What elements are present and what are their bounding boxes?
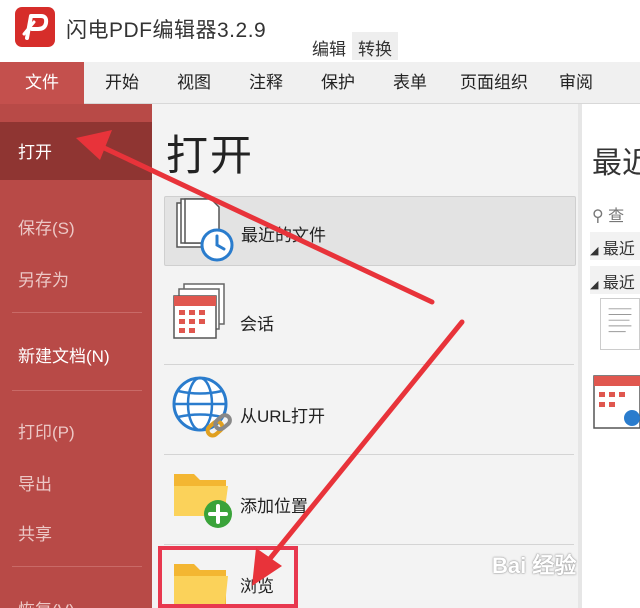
menu-view[interactable]: 视图 [166, 62, 222, 104]
sidebar-item-open[interactable]: 打开 [18, 138, 52, 163]
recent-files-label: 最近的文件 [241, 226, 326, 245]
collapse-triangle-icon: ◢ [590, 279, 599, 291]
menu-review[interactable]: 审阅 [548, 62, 604, 104]
app-title: 闪电PDF编辑器3.2.9 [66, 19, 267, 42]
menu-protect[interactable]: 保护 [310, 62, 366, 104]
session-calendar-icon[interactable] [592, 368, 640, 438]
sidebar-divider [12, 312, 142, 313]
browse-highlight-box [158, 546, 298, 608]
menu-form[interactable]: 表单 [382, 62, 438, 104]
menu-start[interactable]: 开始 [94, 62, 150, 104]
open-option-recent-files[interactable]: 最近的文件 [164, 196, 576, 266]
sidebar-item-restore[interactable]: 恢复(V) [18, 596, 75, 608]
recent-group-label: 最近 [602, 275, 635, 292]
session-calendar-icon [173, 283, 225, 339]
recent-panel-title: 最近 [592, 147, 640, 180]
menu-annotate[interactable]: 注释 [238, 62, 294, 104]
sidebar-item-share[interactable]: 共享 [18, 520, 52, 545]
watermark: Bai 经验 [488, 540, 638, 584]
recent-group-header[interactable]: ◢ 最近 [590, 232, 640, 260]
sidebar-divider [12, 390, 142, 391]
sidebar-divider [12, 566, 142, 567]
option-divider [164, 364, 574, 365]
open-option-session[interactable]: 会话 [164, 276, 576, 354]
menu-file[interactable]: 文件 [0, 62, 84, 104]
sidebar-item-print[interactable]: 打印(P) [18, 418, 75, 443]
sidebar-item-save-as[interactable]: 另存为 [18, 266, 69, 291]
open-option-from-url[interactable]: 从URL打开 [164, 370, 576, 450]
recent-panel: 最近 ⚲ 查 ◢ 最近 ◢ 最近 [582, 104, 640, 608]
file-sidebar: 打开 保存(S) 另存为 新建文档(N) 打印(P) 导出 共享 恢复(V) [0, 104, 152, 608]
recent-group-header[interactable]: ◢ 最近 [590, 266, 640, 294]
recent-search[interactable]: ⚲ 查 [592, 202, 624, 226]
menu-bar: 文件 开始 视图 注释 保护 表单 页面组织 审阅 [0, 62, 640, 104]
recent-files-clock-icon [176, 198, 234, 262]
sidebar-item-export[interactable]: 导出 [18, 470, 52, 495]
sidebar-item-save[interactable]: 保存(S) [18, 214, 75, 239]
menu-page-organize[interactable]: 页面组织 [452, 62, 536, 104]
open-option-add-location[interactable]: 添加位置 [164, 460, 576, 540]
app-logo-icon [15, 7, 55, 47]
globe-link-icon [172, 376, 232, 438]
folder-add-icon [174, 474, 232, 528]
search-icon: ⚲ [592, 208, 604, 225]
recent-group-label: 最近 [602, 241, 635, 258]
quick-tab-edit[interactable]: 编辑 [306, 32, 352, 60]
add-location-label: 添加位置 [240, 497, 308, 516]
recent-search-text: 查 [608, 208, 625, 225]
open-panel: 打开 最近的文件 会话 从URL打开 添加位置 浏览 [152, 104, 578, 608]
open-panel-title: 打开 [166, 132, 255, 179]
option-divider [164, 454, 574, 455]
from-url-label: 从URL打开 [240, 407, 326, 426]
sidebar-item-new-document[interactable]: 新建文档(N) [18, 342, 110, 367]
document-thumbnail-icon[interactable] [600, 298, 640, 350]
quick-tabs: 编辑 转换 [306, 32, 398, 60]
collapse-triangle-icon: ◢ [590, 245, 599, 257]
watermark-text: Bai 经验 [492, 553, 577, 578]
quick-tab-convert[interactable]: 转换 [352, 32, 398, 60]
title-bar: 闪电PDF编辑器3.2.9 编辑 转换 [0, 0, 640, 62]
session-label: 会话 [240, 315, 274, 334]
app-window: 闪电PDF编辑器3.2.9 编辑 转换 文件 开始 视图 注释 保护 表单 页面… [0, 0, 640, 608]
